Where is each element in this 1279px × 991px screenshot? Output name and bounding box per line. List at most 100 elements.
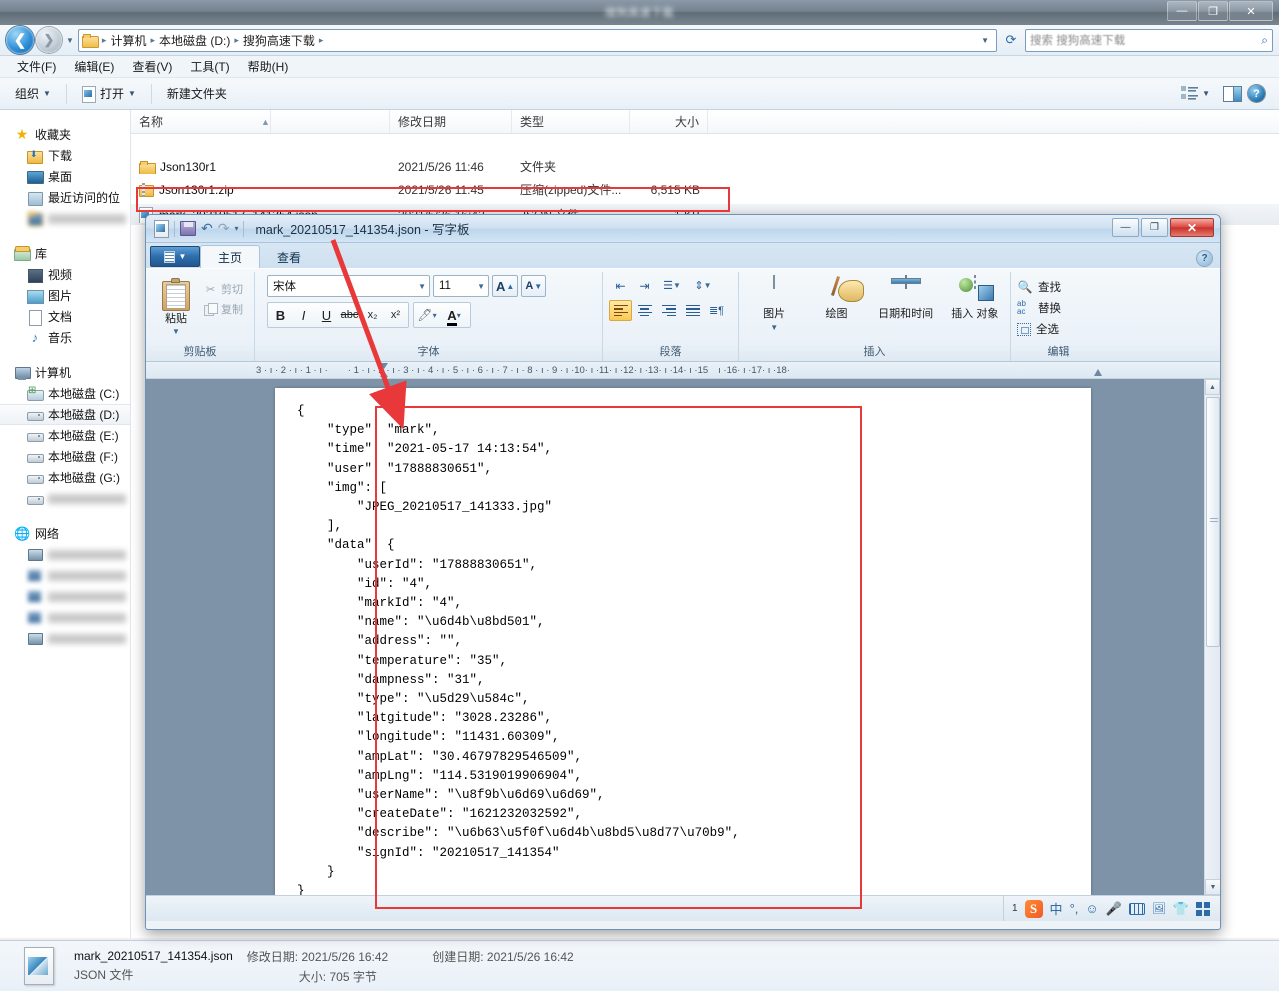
wordpad-ruler[interactable]: 3 · ı · 2 · ı · 1 · ı · · 1 · ı · 2 · ı … [146,362,1220,379]
minimize-button[interactable]: — [1167,1,1197,21]
grow-font-button[interactable]: A ▲ [492,275,519,297]
chevron-down-icon[interactable]: ▼ [172,327,180,336]
maximize-button[interactable]: ❐ [1198,1,1228,21]
table-row[interactable]: Json130r1.zip 2021/5/26 11:45 压缩(zipped)… [131,179,1279,200]
sidebar-item-network-pc[interactable]: xxxxxxxx [0,544,130,565]
font-family-select[interactable]: 宋体 ▼ [267,275,430,297]
sidebar-item-network-pc[interactable]: xxxxxxx [0,628,130,649]
table-row[interactable]: Json130r1 2021/5/26 11:46 文件夹 [131,156,1279,177]
open-button[interactable]: 打开 ▼ [75,82,143,105]
sidebar-item-drive-e[interactable]: 本地磁盘 (E:) [0,425,130,446]
bold-button[interactable]: B [269,304,292,326]
new-folder-button[interactable]: 新建文件夹 [160,82,234,105]
sidebar-item-drive-g[interactable]: 本地磁盘 (G:) [0,467,130,488]
insert-date-time-button[interactable]: 日期和时间 [870,274,942,321]
superscript-button[interactable]: x² [384,304,407,326]
toolbox-icon[interactable] [1196,901,1210,916]
select-all-button[interactable]: 全选 [1017,321,1061,337]
copy-button[interactable]: 复制 [204,301,243,317]
sidebar-item-desktop[interactable]: 桌面 [0,166,130,187]
right-indent-marker[interactable] [1094,369,1102,376]
document-scrollbar[interactable]: ▲ ▼ [1204,379,1220,895]
sidebar-item-computer[interactable]: 计算机 [0,362,130,383]
file-name-cell[interactable]: Json130r1.zip [131,182,390,197]
menu-tools[interactable]: 工具(T) [181,56,238,77]
close-button[interactable]: ✕ [1229,1,1273,21]
menu-file[interactable]: 文件(F) [8,56,65,77]
font-color-button[interactable]: A ▾ [439,304,469,326]
wordpad-application-menu-button[interactable]: ▼ [150,246,200,267]
tab-home[interactable]: 主页 [200,245,261,268]
align-right-button[interactable] [657,300,680,321]
ime-emoji-icon[interactable]: ☺ [1085,901,1098,916]
sidebar-item-libraries[interactable]: 库 [0,243,130,264]
file-name-cell[interactable]: Json130r1 [131,160,390,174]
insert-drawing-button[interactable]: 绘图 [807,274,865,321]
decrease-indent-button[interactable]: ⇤ [609,275,632,296]
menu-edit[interactable]: 编辑(E) [65,56,123,77]
breadcrumb-item-drive-d[interactable]: 本地磁盘 (D:) [159,32,230,49]
explorer-title-bar[interactable]: 搜狗高速下载 — ❐ ✕ [0,0,1279,25]
paragraph-settings-button[interactable]: ≣¶ [705,300,728,321]
forward-button[interactable]: ❯ [36,27,62,53]
bullets-button[interactable]: ☰ ▼ [657,275,687,296]
close-button[interactable]: ✕ [1170,218,1214,237]
increase-indent-button[interactable]: ⇥ [633,275,656,296]
sogou-pinyin-icon[interactable]: S [1024,899,1043,918]
refresh-button[interactable]: ⟳ [999,29,1023,52]
subscript-button[interactable]: x₂ [361,304,384,326]
chevron-down-icon[interactable]: ▼ [704,281,712,290]
sidebar-item-drive-f[interactable]: 本地磁盘 (F:) [0,446,130,467]
scrollbar-thumb[interactable] [1206,397,1220,647]
breadcrumb-item-folder[interactable]: 搜狗高速下载 [243,32,315,49]
strikethrough-button[interactable]: abc [338,304,361,326]
scroll-down-button[interactable]: ▼ [1205,879,1220,895]
column-header-date-modified[interactable]: 修改日期 [390,110,512,133]
screenshot-icon[interactable]: 🖼 [1152,902,1166,915]
change-view-button[interactable]: ▼ [1174,83,1217,104]
menu-view[interactable]: 查看(V) [123,56,181,77]
left-indent-marker[interactable] [380,363,388,377]
menu-help[interactable]: 帮助(H) [239,56,298,77]
align-center-button[interactable] [633,300,656,321]
sidebar-item-music[interactable]: ♪ 音乐 [0,327,130,348]
sidebar-item-drive-c[interactable]: 本地磁盘 (C:) [0,383,130,404]
sidebar-item-downloads[interactable]: 下载 [0,145,130,166]
minimize-button[interactable]: — [1112,218,1139,237]
find-button[interactable]: 🔍 查找 [1017,279,1061,295]
scroll-up-button[interactable]: ▲ [1205,379,1220,395]
sidebar-item-videos[interactable]: 视频 [0,264,130,285]
cut-button[interactable]: ✂ 剪切 [204,281,243,297]
sidebar-item-masked[interactable]: xxxxxxxx [0,208,130,229]
chevron-down-icon[interactable]: ▾ [457,311,461,320]
tab-view[interactable]: 查看 [260,246,318,268]
sidebar-item-recent-places[interactable]: 最近访问的位 [0,187,130,208]
paste-button[interactable]: 粘贴 ▼ [152,275,200,336]
insert-object-button[interactable]: 插入 对象 [946,274,1004,321]
italic-button[interactable]: I [292,304,315,326]
ime-mode-chinese[interactable]: 中 [1050,899,1063,918]
breadcrumb-item-computer[interactable]: 计算机 [110,32,146,49]
sidebar-item-network-pc[interactable]: xxxxxx [0,565,130,586]
sidebar-item-pictures[interactable]: 图片 [0,285,130,306]
document-text[interactable]: { "type": "mark", "time": "2021-05-17 14… [275,388,1091,895]
redo-icon[interactable]: ↷ [218,220,230,237]
chevron-down-icon[interactable]: ▼ [673,281,681,290]
font-size-select[interactable]: 11 ▼ [433,275,489,297]
align-justify-button[interactable] [681,300,704,321]
align-left-button[interactable] [609,300,632,321]
ime-punctuation-toggle[interactable]: °, [1070,901,1079,916]
ime-voice-input-icon[interactable]: 🎤 [1106,901,1122,917]
sidebar-item-network[interactable]: 🌐 网络 [0,523,130,544]
line-spacing-button[interactable]: ⇕ ▼ [688,275,718,296]
breadcrumb-dropdown-icon[interactable]: ▼ [977,36,993,45]
insert-picture-button[interactable]: 图片 ▼ [745,274,803,332]
help-icon[interactable]: ? [1248,85,1265,102]
search-input[interactable]: 搜索 搜狗高速下载 [1030,32,1261,48]
save-icon[interactable] [180,221,196,236]
preview-pane-icon[interactable] [1223,85,1242,102]
sidebar-item-documents[interactable]: 文档 [0,306,130,327]
sidebar-item-favorites[interactable]: ★ 收藏夹 [0,124,130,145]
organize-button[interactable]: 组织 ▼ [8,82,58,105]
underline-button[interactable]: U [315,304,338,326]
